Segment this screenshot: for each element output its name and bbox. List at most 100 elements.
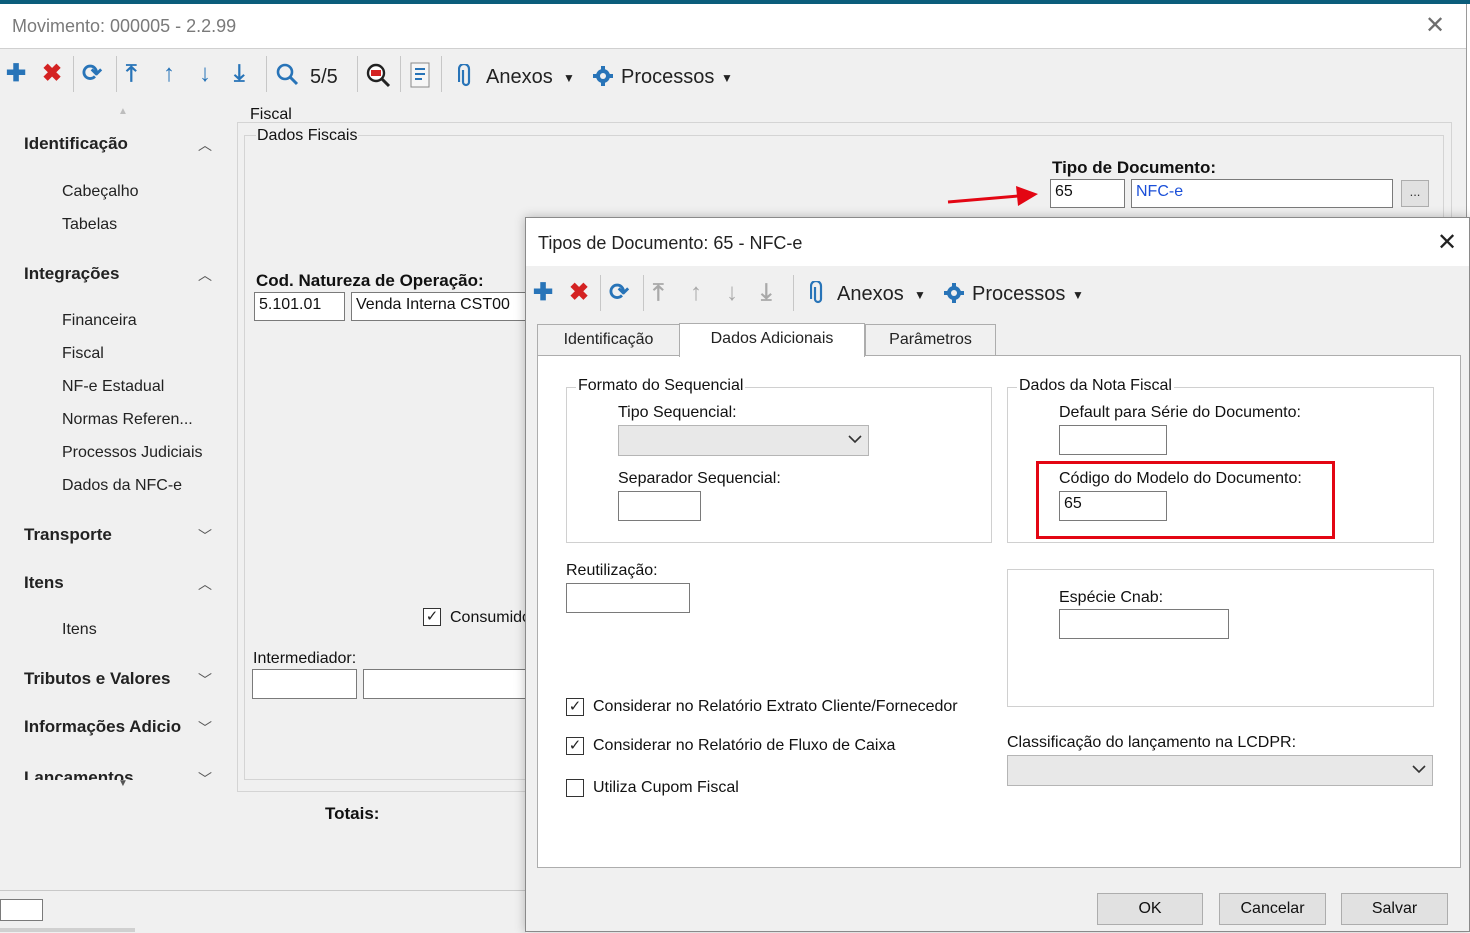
chevron-down-icon[interactable]: ﹀ xyxy=(198,718,212,738)
add-icon[interactable]: ✚ xyxy=(6,60,26,88)
chevron-down-icon xyxy=(1412,762,1426,781)
especie-cnab-label: Espécie Cnab: xyxy=(1059,589,1164,606)
first-record-icon[interactable]: ⤒ xyxy=(126,60,137,88)
processos-dropdown-icon[interactable]: ▼ xyxy=(721,71,733,85)
sidebar-group-informacoes[interactable]: Informações Adicio xyxy=(24,717,181,737)
tab-parametros[interactable]: Parâmetros xyxy=(865,324,996,356)
sidebar-item-cabecalho[interactable]: Cabeçalho xyxy=(62,183,139,201)
chevron-up-icon[interactable]: ︿ xyxy=(198,574,212,594)
sidebar-item-itens[interactable]: Itens xyxy=(62,621,97,639)
advanced-search-icon[interactable] xyxy=(365,62,391,93)
chevron-down-icon[interactable]: ﹀ xyxy=(198,526,212,546)
sidebar-item-tabelas[interactable]: Tabelas xyxy=(62,216,117,234)
sidebar-scroll-down-icon[interactable]: ▼ xyxy=(118,778,128,789)
reutilizacao-label: Reutilização: xyxy=(566,562,658,579)
tab-dados-adicionais[interactable]: Dados Adicionais xyxy=(679,323,865,357)
processos-dropdown-icon[interactable]: ▼ xyxy=(1072,288,1084,302)
gear-icon[interactable] xyxy=(943,282,965,309)
sidebar-group-identificacao[interactable]: Identificação xyxy=(24,134,128,154)
toolbar-separator xyxy=(643,275,644,311)
report-icon[interactable] xyxy=(409,62,431,93)
main-titlebar: Movimento: 000005 - 2.2.99 ✕ xyxy=(0,4,1466,49)
anexos-dropdown-icon[interactable]: ▼ xyxy=(914,288,926,302)
delete-icon[interactable]: ✖ xyxy=(42,60,62,88)
cupom-fiscal-checkbox[interactable] xyxy=(566,779,584,797)
refresh-icon[interactable]: ⟳ xyxy=(82,60,102,88)
sidebar-item-processos-judiciais[interactable]: Processos Judiciais xyxy=(62,444,203,462)
chevron-down-icon[interactable]: ﹀ xyxy=(198,670,212,690)
extrato-checkbox[interactable]: ✓ xyxy=(566,698,584,716)
dialog-close-icon[interactable]: ✕ xyxy=(1437,231,1457,255)
consumidor-checkbox[interactable]: ✓ xyxy=(423,608,441,626)
red-highlight-box xyxy=(1036,461,1335,539)
anexos-menu[interactable]: Anexos xyxy=(486,66,553,89)
toolbar-separator xyxy=(116,56,117,92)
chevron-down-icon[interactable]: ﹀ xyxy=(198,769,212,780)
last-record-icon: ⤓ xyxy=(761,279,772,306)
tipo-sequencial-select[interactable] xyxy=(618,425,869,456)
tab-identificacao[interactable]: Identificação xyxy=(537,324,680,356)
serie-documento-input[interactable] xyxy=(1059,425,1167,455)
intermediador-code-input[interactable] xyxy=(252,669,357,699)
sidebar-group-tributos[interactable]: Tributos e Valores xyxy=(24,669,170,689)
ok-button[interactable]: OK xyxy=(1097,893,1203,925)
reutilizacao-input[interactable] xyxy=(566,583,690,613)
toolbar-separator xyxy=(600,275,601,311)
save-button[interactable]: Salvar xyxy=(1341,893,1448,925)
sidebar-item-dados-nfce[interactable]: Dados da NFC-e xyxy=(62,477,182,495)
last-record-icon[interactable]: ⤓ xyxy=(234,60,245,88)
next-record-icon: ↓ xyxy=(726,279,738,306)
sidebar-item-normas[interactable]: Normas Referen... xyxy=(62,411,193,429)
dialog-processos-menu[interactable]: Processos xyxy=(972,283,1065,306)
cupom-fiscal-checkbox-label: Utiliza Cupom Fiscal xyxy=(593,779,739,796)
delete-icon[interactable]: ✖ xyxy=(569,279,589,307)
toolbar-separator xyxy=(357,56,358,92)
sidebar-scroll-up-icon[interactable]: ▲ xyxy=(118,106,128,117)
sidebar-group-itens[interactable]: Itens xyxy=(24,573,64,593)
sidebar-item-nfe-estadual[interactable]: NF-e Estadual xyxy=(62,378,164,396)
add-icon[interactable]: ✚ xyxy=(533,279,553,307)
dados-nota-fiscal-legend: Dados da Nota Fiscal xyxy=(1017,377,1174,395)
gear-icon[interactable] xyxy=(592,65,614,92)
cancel-button[interactable]: Cancelar xyxy=(1219,893,1326,925)
anexos-dropdown-icon[interactable]: ▼ xyxy=(563,71,575,85)
tipos-documento-dialog: Tipos de Documento: 65 - NFC-e ✕ ✚ ✖ ⟳ ⤒… xyxy=(525,217,1470,932)
tipo-documento-label: Tipo de Documento: xyxy=(1052,158,1217,177)
status-bar-field xyxy=(0,899,43,921)
tipo-sequencial-label: Tipo Sequencial: xyxy=(618,404,737,421)
lcdpr-select[interactable] xyxy=(1007,755,1433,786)
tipo-documento-name-input[interactable]: NFC-e xyxy=(1131,179,1393,208)
refresh-icon[interactable]: ⟳ xyxy=(609,279,629,307)
chevron-up-icon[interactable]: ︿ xyxy=(198,265,212,285)
especie-cnab-input[interactable] xyxy=(1059,609,1229,639)
search-icon[interactable] xyxy=(275,62,299,91)
dialog-titlebar: Tipos de Documento: 65 - NFC-e ✕ xyxy=(526,218,1469,266)
next-record-icon[interactable]: ↓ xyxy=(199,60,211,88)
main-close-icon[interactable]: ✕ xyxy=(1425,14,1445,38)
tipo-documento-code-input[interactable]: 65 xyxy=(1050,179,1125,208)
horizontal-scrollbar[interactable] xyxy=(0,928,135,932)
separador-sequencial-label: Separador Sequencial: xyxy=(618,470,781,487)
natureza-desc-input[interactable]: Venda Interna CST00 xyxy=(351,292,531,321)
previous-record-icon[interactable]: ↑ xyxy=(163,60,175,88)
natureza-code-input[interactable]: 5.101.01 xyxy=(254,292,345,321)
sidebar-item-financeira[interactable]: Financeira xyxy=(62,312,137,330)
paperclip-icon[interactable] xyxy=(809,279,826,310)
sidebar-group-integracoes[interactable]: Integrações xyxy=(24,264,119,284)
chevron-up-icon[interactable]: ︿ xyxy=(198,135,212,155)
paperclip-icon[interactable] xyxy=(457,62,474,93)
separador-sequencial-input[interactable] xyxy=(618,491,701,521)
fluxo-caixa-checkbox[interactable]: ✓ xyxy=(566,737,584,755)
intermediador-label: Intermediador: xyxy=(253,650,357,667)
tipo-documento-lookup-button[interactable]: ... xyxy=(1401,180,1429,207)
red-arrow-annotation xyxy=(946,184,1042,213)
intermediador-name-input[interactable] xyxy=(363,669,533,699)
processos-menu[interactable]: Processos xyxy=(621,66,714,89)
sidebar-item-fiscal[interactable]: Fiscal xyxy=(62,345,104,363)
toolbar-separator xyxy=(793,275,794,311)
main-toolbar: ✚ ✖ ⟳ ⤒ ↑ ↓ ⤓ 5/5 Anexos ▼ Processos ▼ xyxy=(0,50,1466,100)
consumidor-label: Consumido xyxy=(450,609,531,626)
dialog-anexos-menu[interactable]: Anexos xyxy=(837,283,904,306)
sidebar-group-transporte[interactable]: Transporte xyxy=(24,525,112,545)
serie-documento-label: Default para Série do Documento: xyxy=(1059,404,1301,421)
